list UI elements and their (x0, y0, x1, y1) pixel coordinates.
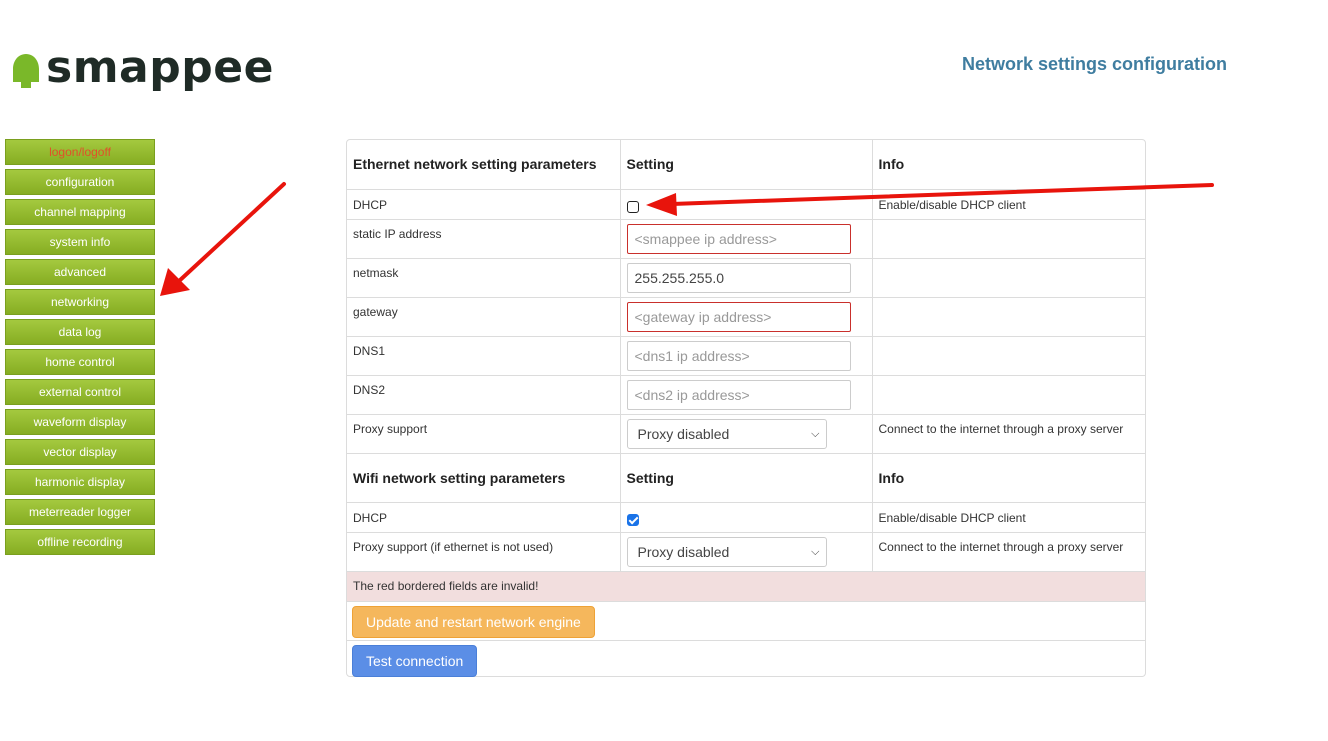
gateway-row: gateway (347, 296, 1145, 336)
wifi-setting-header: Setting (620, 452, 873, 502)
test-button-row: Test connection (347, 640, 1145, 679)
ethernet-setting-header: Setting (620, 140, 873, 189)
house-logo-icon (13, 54, 39, 88)
update-restart-button[interactable]: Update and restart network engine (352, 606, 595, 638)
dns2-input[interactable] (626, 379, 851, 410)
ethernet-proxy-info: Connect to the internet through a proxy … (872, 413, 1145, 453)
test-connection-button[interactable]: Test connection (352, 645, 478, 677)
static-ip-row: static IP address (347, 218, 1145, 258)
sidebar-item-vector-display[interactable]: vector display (5, 439, 155, 465)
ethernet-dhcp-info: Enable/disable DHCP client (872, 188, 1145, 219)
ethernet-param-header: Ethernet network setting parameters (347, 140, 621, 189)
arrow-to-networking-icon (160, 182, 286, 296)
static-ip-input[interactable] (626, 223, 851, 254)
smappee-logo: smappee (12, 42, 274, 98)
sidebar-item-external-control[interactable]: external control (5, 379, 155, 405)
wifi-proxy-label: Proxy support (if ethernet is not used) (347, 531, 621, 571)
ethernet-dhcp-checkbox[interactable] (626, 200, 639, 213)
sidebar-item-networking[interactable]: networking (5, 289, 155, 315)
ethernet-proxy-select[interactable]: Proxy disabled ⌵ (626, 418, 827, 449)
sidebar-item-configuration[interactable]: configuration (5, 169, 155, 195)
gateway-label: gateway (347, 296, 621, 336)
wifi-proxy-row: Proxy support (if ethernet is not used) … (347, 531, 1145, 571)
dns1-label: DNS1 (347, 335, 621, 375)
chevron-down-icon: ⌵ (811, 427, 820, 440)
sidebar-item-data-log[interactable]: data log (5, 319, 155, 345)
ethernet-header-row: Ethernet network setting parameters Sett… (347, 140, 1145, 189)
wifi-dhcp-row: DHCP Enable/disable DHCP client (347, 501, 1145, 532)
update-button-row: Update and restart network engine (347, 601, 1145, 640)
netmask-row: netmask (347, 257, 1145, 297)
wifi-proxy-selected: Proxy disabled (637, 543, 730, 560)
sidebar-item-meterreader-logger[interactable]: meterreader logger (5, 499, 155, 525)
dns2-row: DNS2 (347, 374, 1145, 414)
ethernet-proxy-selected: Proxy disabled (637, 425, 730, 442)
dns1-row: DNS1 (347, 335, 1145, 375)
ethernet-dhcp-label: DHCP (347, 188, 621, 219)
logo-text: smappee (46, 42, 274, 93)
sidebar-nav: logon/logoff configuration channel mappi… (5, 139, 155, 559)
sidebar-item-channel-mapping[interactable]: channel mapping (5, 199, 155, 225)
sidebar-item-harmonic-display[interactable]: harmonic display (5, 469, 155, 495)
netmask-input[interactable] (626, 262, 851, 293)
sidebar-item-waveform-display[interactable]: waveform display (5, 409, 155, 435)
network-settings-table: Ethernet network setting parameters Sett… (347, 140, 1145, 571)
ethernet-proxy-label: Proxy support (347, 413, 621, 453)
ethernet-dhcp-row: DHCP Enable/disable DHCP client (347, 188, 1145, 219)
gateway-input[interactable] (626, 301, 851, 332)
wifi-proxy-info: Connect to the internet through a proxy … (872, 531, 1145, 571)
wifi-dhcp-label: DHCP (347, 501, 621, 532)
static-ip-label: static IP address (347, 218, 621, 258)
wifi-proxy-select[interactable]: Proxy disabled ⌵ (626, 536, 827, 567)
wifi-dhcp-checkbox[interactable] (626, 513, 639, 526)
sidebar-item-offline-recording[interactable]: offline recording (5, 529, 155, 555)
network-settings-panel: Ethernet network setting parameters Sett… (346, 139, 1146, 677)
sidebar-item-advanced[interactable]: advanced (5, 259, 155, 285)
sidebar-item-logon[interactable]: logon/logoff (5, 139, 155, 165)
wifi-info-header: Info (872, 452, 1145, 502)
page-title: Network settings configuration (962, 54, 1228, 74)
ethernet-info-header: Info (878, 156, 905, 173)
chevron-down-icon: ⌵ (811, 545, 820, 558)
validation-error-message: The red bordered fields are invalid! (347, 571, 1145, 601)
netmask-label: netmask (347, 257, 621, 297)
dns1-input[interactable] (626, 340, 851, 371)
sidebar-item-home-control[interactable]: home control (5, 349, 155, 375)
ethernet-proxy-row: Proxy support Proxy disabled ⌵ Connect t… (347, 413, 1145, 453)
dns2-label: DNS2 (347, 374, 621, 414)
wifi-header-row: Wifi network setting parameters Setting … (347, 452, 1145, 502)
sidebar-item-system-info[interactable]: system info (5, 229, 155, 255)
wifi-param-header: Wifi network setting parameters (347, 452, 621, 502)
wifi-dhcp-info: Enable/disable DHCP client (872, 501, 1145, 532)
